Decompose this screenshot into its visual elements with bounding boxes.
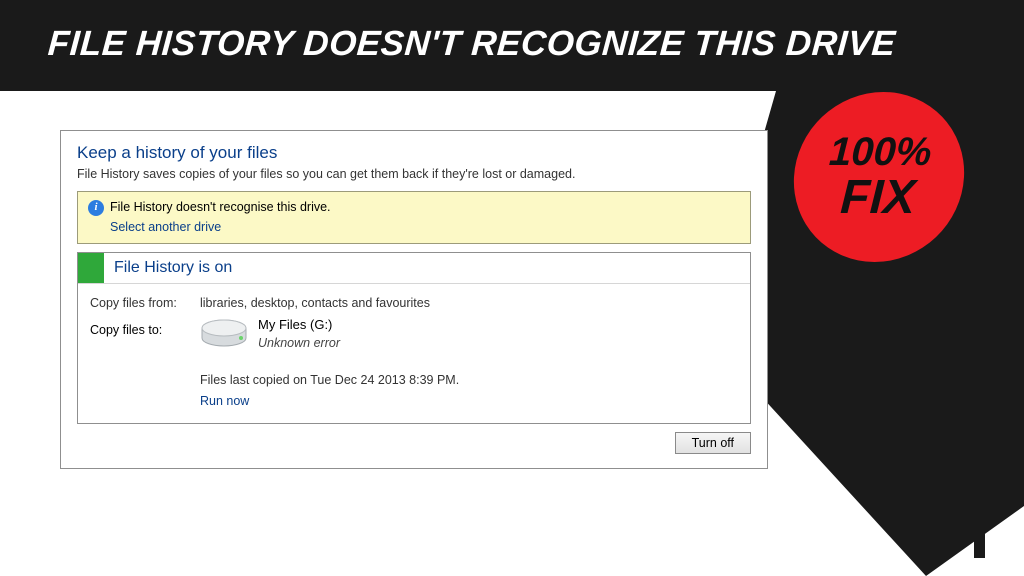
dialog-subtitle: File History saves copies of your files …: [77, 167, 751, 181]
turn-off-button[interactable]: Turn off: [675, 432, 751, 454]
status-label: File History is on: [104, 253, 242, 283]
select-another-drive-link[interactable]: Select another drive: [110, 219, 221, 237]
headline: FILE HISTORY DOESN'T RECOGNIZE THIS DRIV…: [47, 24, 897, 64]
copy-from-value: libraries, desktop, contacts and favouri…: [200, 294, 738, 313]
status-bar: File History is on: [78, 253, 750, 284]
copy-from-label: Copy files from:: [90, 294, 200, 313]
badge-line2: FIX: [839, 173, 916, 223]
site-logo: [920, 498, 990, 558]
drive-icon: [200, 317, 248, 351]
drive-name: My Files (G:): [258, 315, 340, 335]
info-icon: i: [88, 200, 104, 216]
status-box: File History is on Copy files from: libr…: [77, 252, 751, 424]
drive-error: Unknown error: [258, 334, 340, 353]
copy-to-label: Copy files to:: [90, 315, 200, 340]
status-indicator: [78, 253, 104, 283]
run-now-link[interactable]: Run now: [200, 394, 249, 408]
warning-message: File History doesn't recognise this driv…: [110, 199, 331, 217]
badge-line1: 100%: [828, 131, 933, 173]
dialog-title: Keep a history of your files: [77, 143, 751, 163]
file-history-dialog: Keep a history of your files File Histor…: [60, 130, 768, 469]
warning-box: i File History doesn't recognise this dr…: [77, 191, 751, 244]
last-copied: Files last copied on Tue Dec 24 2013 8:3…: [200, 371, 738, 390]
